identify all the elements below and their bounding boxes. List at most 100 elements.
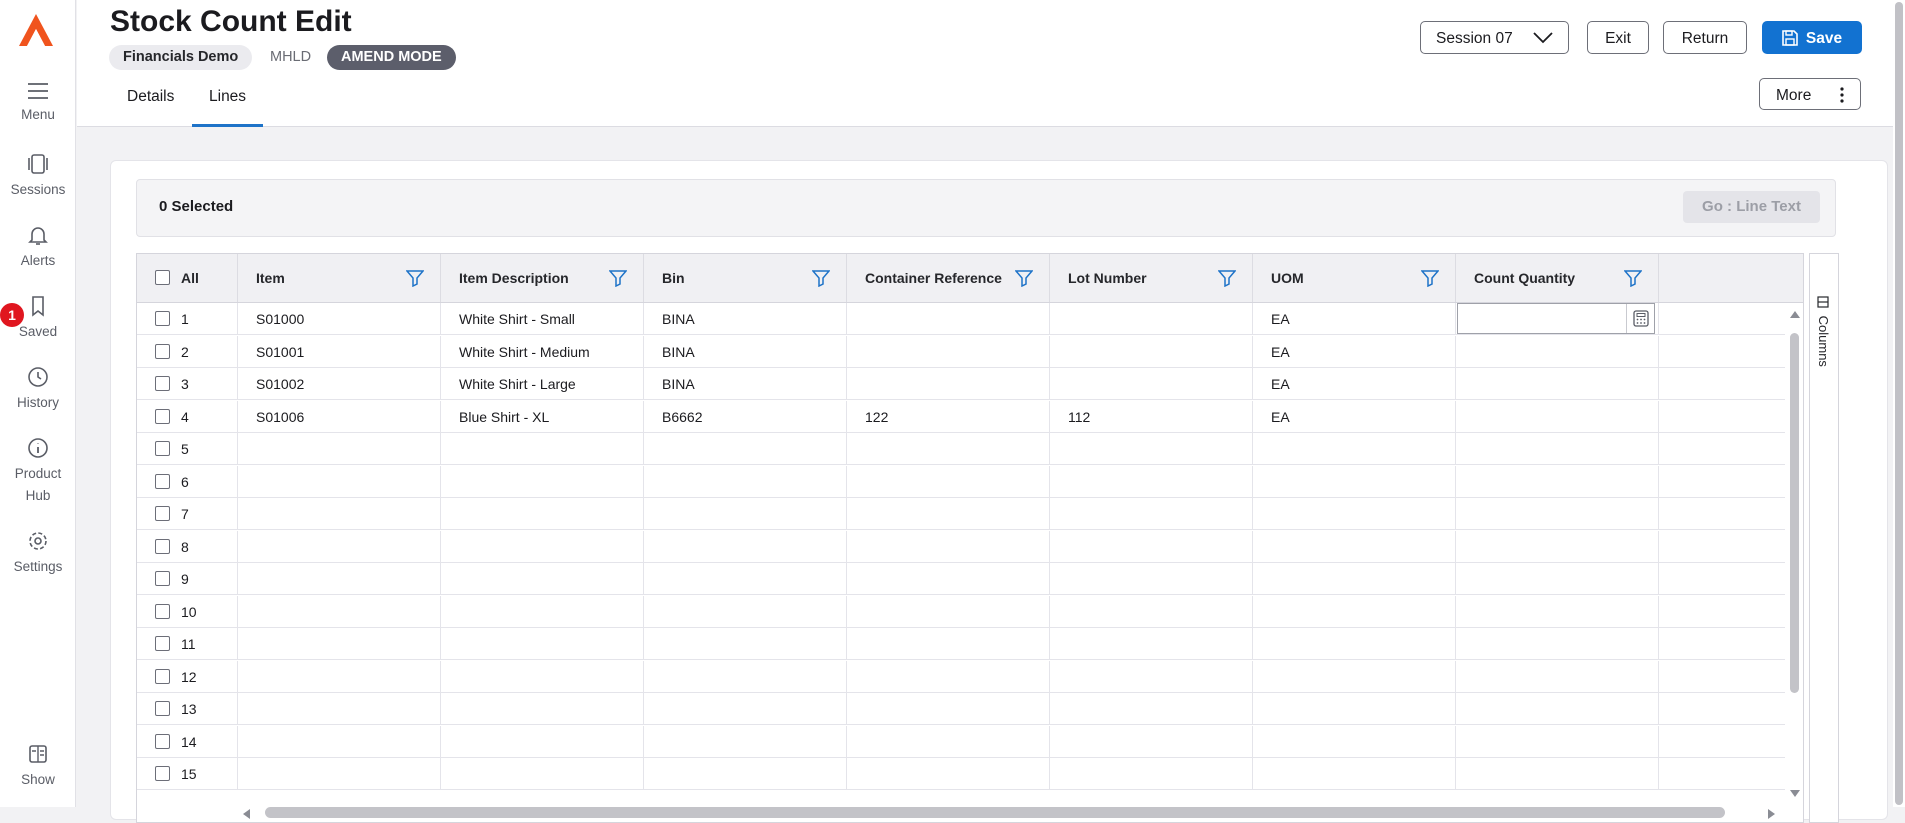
nav-show[interactable]: Show [0, 743, 76, 791]
cell-uom[interactable]: EA [1253, 303, 1456, 335]
cell-qty[interactable] [1456, 335, 1659, 368]
row-checkbox[interactable] [155, 311, 170, 326]
table-row[interactable]: 10 [137, 595, 1803, 628]
cell-container[interactable] [847, 335, 1050, 368]
cell-uom[interactable] [1253, 595, 1456, 628]
cell-uom[interactable] [1253, 693, 1456, 725]
cell-qty[interactable] [1456, 433, 1659, 465]
cell-desc[interactable] [441, 628, 644, 660]
calculator-button[interactable] [1626, 304, 1654, 333]
cell-lot[interactable] [1050, 758, 1253, 790]
header-uom[interactable]: UOM [1253, 254, 1456, 302]
cell-qty[interactable] [1456, 563, 1659, 595]
cell-container[interactable] [847, 303, 1050, 335]
cell-qty[interactable] [1456, 400, 1659, 433]
columns-panel-toggle[interactable]: Columns [1809, 253, 1839, 823]
nav-settings[interactable]: Settings [0, 530, 76, 578]
header-bin[interactable]: Bin [644, 254, 847, 302]
cell-desc[interactable] [441, 498, 644, 530]
cell-item[interactable] [238, 433, 441, 465]
row-checkbox[interactable] [155, 473, 170, 489]
cell-container[interactable]: 122 [847, 400, 1050, 433]
cell-container[interactable] [847, 368, 1050, 400]
row-checkbox[interactable] [155, 376, 170, 391]
filter-icon[interactable] [609, 269, 627, 287]
grid-horizontal-scroll-thumb[interactable] [265, 807, 1725, 818]
go-line-text-button[interactable]: Go : Line Text [1683, 191, 1820, 223]
save-button[interactable]: Save [1762, 21, 1862, 54]
cell-item[interactable] [238, 465, 441, 498]
header-item-description[interactable]: Item Description [441, 254, 644, 302]
cell-qty[interactable] [1456, 660, 1659, 693]
cell-container[interactable] [847, 660, 1050, 693]
cell-item[interactable] [238, 595, 441, 628]
cell-bin[interactable] [644, 628, 847, 660]
cell-qty[interactable] [1456, 758, 1659, 790]
header-lot-number[interactable]: Lot Number [1050, 254, 1253, 302]
cell-lot[interactable] [1050, 335, 1253, 368]
row-checkbox[interactable] [155, 538, 170, 554]
cell-bin[interactable] [644, 660, 847, 693]
scroll-up-icon[interactable] [1789, 309, 1801, 319]
grid-horizontal-scrollbar[interactable] [137, 803, 1785, 822]
cell-item[interactable] [238, 758, 441, 790]
cell-uom[interactable] [1253, 563, 1456, 595]
scroll-right-icon[interactable] [1767, 808, 1777, 820]
cell-container[interactable] [847, 465, 1050, 498]
filter-icon[interactable] [1218, 269, 1236, 287]
cell-lot[interactable] [1050, 498, 1253, 530]
table-row[interactable]: 15 [137, 758, 1803, 790]
cell-item[interactable] [238, 725, 441, 758]
more-button[interactable]: More [1759, 78, 1861, 110]
cell-lot[interactable] [1050, 303, 1253, 335]
cell-uom[interactable]: EA [1253, 400, 1456, 433]
cell-qty[interactable] [1456, 368, 1659, 400]
cell-desc[interactable] [441, 725, 644, 758]
filter-icon[interactable] [812, 269, 830, 287]
cell-qty[interactable] [1456, 628, 1659, 660]
cell-lot[interactable] [1050, 433, 1253, 465]
cell-lot[interactable] [1050, 693, 1253, 725]
cell-desc[interactable] [441, 660, 644, 693]
table-row[interactable]: 14 [137, 725, 1803, 758]
cell-lot[interactable] [1050, 595, 1253, 628]
nav-sessions[interactable]: Sessions [0, 153, 76, 201]
table-row[interactable]: 11 [137, 628, 1803, 660]
cell-qty[interactable] [1456, 530, 1659, 563]
cell-desc[interactable]: White Shirt - Medium [441, 335, 644, 368]
return-button[interactable]: Return [1663, 21, 1747, 54]
scroll-left-icon[interactable] [241, 808, 251, 820]
exit-button[interactable]: Exit [1587, 21, 1649, 54]
header-item[interactable]: Item [238, 254, 441, 302]
cell-item[interactable] [238, 498, 441, 530]
row-checkbox[interactable] [155, 766, 170, 781]
row-checkbox[interactable] [155, 668, 170, 684]
cell-lot[interactable] [1050, 368, 1253, 400]
cell-bin[interactable]: BINA [644, 335, 847, 368]
header-count-quantity[interactable]: Count Quantity [1456, 254, 1659, 302]
cell-bin[interactable] [644, 498, 847, 530]
cell-container[interactable] [847, 563, 1050, 595]
nav-alerts[interactable]: Alerts [0, 224, 76, 272]
cell-bin[interactable] [644, 433, 847, 465]
cell-lot[interactable] [1050, 530, 1253, 563]
cell-item[interactable]: S01001 [238, 335, 441, 368]
table-row[interactable]: 8 [137, 530, 1803, 563]
cell-lot[interactable] [1050, 628, 1253, 660]
nav-history[interactable]: History [0, 366, 76, 414]
table-row[interactable]: 1 S01000 White Shirt - Small BINA EA [137, 303, 1803, 335]
count-quantity-input[interactable] [1457, 303, 1655, 334]
cell-desc[interactable] [441, 433, 644, 465]
cell-desc[interactable] [441, 530, 644, 563]
cell-desc[interactable]: White Shirt - Large [441, 368, 644, 400]
cell-container[interactable] [847, 758, 1050, 790]
cell-bin[interactable] [644, 595, 847, 628]
cell-qty[interactable] [1456, 725, 1659, 758]
table-row[interactable]: 12 [137, 660, 1803, 693]
table-row[interactable]: 3 S01002 White Shirt - Large BINA EA [137, 368, 1803, 400]
grid-vertical-scroll-thumb[interactable] [1790, 333, 1799, 693]
table-row[interactable]: 13 [137, 693, 1803, 725]
session-dropdown[interactable]: Session 07 [1420, 21, 1569, 54]
cell-container[interactable] [847, 433, 1050, 465]
row-checkbox[interactable] [155, 603, 170, 619]
